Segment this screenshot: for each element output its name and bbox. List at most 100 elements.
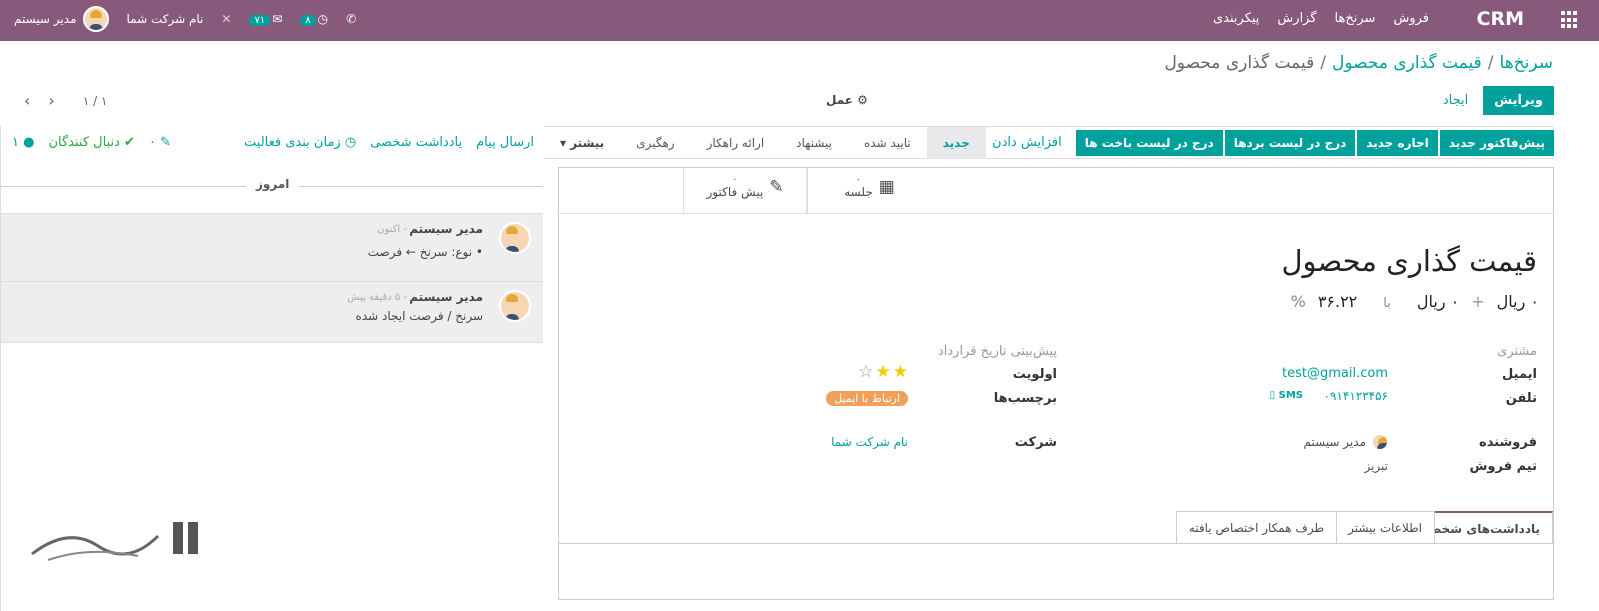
record-title: قیمت گذاری محصول [1281, 244, 1537, 278]
probability: ۳۶.۲۲ [1317, 292, 1358, 311]
followers-button[interactable]: ● ۱ [12, 135, 34, 150]
top-navbar: CRM فروش سرنخ‌ها گزارش پیکربندی ✆ ۸ ◷ ۷۱ ✉… [0, 0, 1599, 41]
menu-config[interactable]: پیکربندی [1213, 11, 1259, 26]
clock-icon: ◷ [317, 12, 329, 26]
send-message-button[interactable]: ارسال پیام [476, 135, 534, 150]
check-icon: ✔ [124, 135, 135, 150]
message-body: • نوع: سرنخ ← فرصت [367, 245, 483, 259]
stage-more[interactable]: بیشتر ▾ [544, 127, 620, 159]
date-separator-label: امروز [246, 177, 300, 191]
message-author[interactable]: مدیر سیستم [409, 290, 483, 304]
customer-label: مشتری [1497, 344, 1537, 359]
user-menu[interactable]: مدیر سیستم [14, 6, 109, 32]
user-avatar [82, 6, 109, 32]
stage-proposition[interactable]: پیشنهاد [780, 127, 848, 159]
breadcrumb-pricing[interactable]: قیمت گذاری محصول [1332, 53, 1482, 73]
menu-sales[interactable]: فروش [1393, 11, 1429, 26]
date-separator: امروز [1, 177, 543, 195]
star-icon[interactable]: ★ [893, 362, 908, 382]
message-avatar [499, 222, 531, 254]
email-label: ایمیل [1502, 367, 1537, 382]
email-value[interactable]: test@gmail.com [1282, 366, 1388, 381]
star-icon[interactable]: ☆ [858, 362, 873, 382]
meeting-smart-button[interactable]: ▦ ۰ جلسه [807, 168, 931, 214]
company-switcher[interactable]: نام شرکت شما [127, 12, 204, 26]
tag-email[interactable]: ارتباط با ایمیل [826, 391, 908, 406]
pager-value[interactable]: ۱ / ۱ [83, 94, 108, 108]
activity-badge: ۸ [300, 15, 316, 26]
gear-icon: ⚙ [857, 93, 868, 107]
action-label: عمل [826, 93, 853, 107]
stage-new[interactable]: جدید [926, 126, 986, 159]
smart-buttons: ✎ ۰ پیش فاکتور ▦ ۰ جلسه [557, 168, 1553, 214]
tools-icon[interactable]: ✕ [221, 12, 231, 26]
stage-qualified[interactable]: تایید شده [848, 127, 927, 159]
increase-button[interactable]: افزایش دادن [992, 135, 1062, 150]
log-note-button[interactable]: یادداشت شخصی [370, 135, 462, 150]
new-quote-button[interactable]: پیش‌فاکتور جدید [1439, 129, 1554, 156]
messages-button[interactable]: ۷۱ ✉ [249, 12, 282, 26]
message-author[interactable]: مدیر سیستم [409, 222, 483, 236]
status-bar: پیش‌فاکتور جدید اجاره جدید درج در لیست ب… [544, 126, 1554, 159]
salesperson-value[interactable]: مدیر سیستم [1304, 434, 1388, 450]
system-tray: ✆ ۸ ◷ ۷۱ ✉ ✕ نام شرکت شما مدیر سیستم [14, 6, 356, 32]
meeting-count: ۰ [855, 174, 862, 185]
star-icon[interactable]: ★ [876, 362, 891, 382]
new-rent-button[interactable]: اجاره جدید [1357, 129, 1438, 156]
phone-value[interactable]: ۰۹۱۴۱۲۳۴۵۶ [1324, 389, 1388, 403]
menu-report[interactable]: گزارش [1277, 11, 1316, 26]
followers-count: ۱ [12, 135, 19, 150]
stage-more-label: بیشتر [570, 135, 605, 150]
quote-label: پیش فاکتور [706, 185, 764, 199]
sms-label: SMS [1278, 390, 1303, 401]
app-brand[interactable]: CRM [1477, 8, 1524, 30]
team-value[interactable]: تبریز [1364, 459, 1388, 473]
create-button[interactable]: ایجاد [1432, 86, 1479, 115]
quote-smart-button[interactable]: ✎ ۰ پیش فاکتور [683, 168, 807, 214]
edit-button[interactable]: ویرایش [1483, 86, 1554, 115]
mark-won-button[interactable]: درج در لیست بردها [1224, 129, 1356, 156]
attach-count: ۰ [148, 135, 156, 150]
message-body: سرنخ / فرصت ایجاد شده [355, 309, 483, 323]
paperclip-icon: ✎ [160, 135, 171, 150]
stage-tracking[interactable]: رهگیری [620, 127, 690, 159]
plus-sign: + [1471, 292, 1485, 311]
pager: ‹ › ۱ / ۱ [24, 91, 107, 110]
attachments-button[interactable]: ✎ ۰ [149, 135, 171, 150]
activity-button[interactable]: ۸ ◷ [300, 12, 328, 26]
schedule-label: زمان بندی فعالیت [244, 135, 341, 150]
chevron-right-icon[interactable]: › [48, 91, 54, 110]
salesperson-label: فروشنده [1479, 435, 1537, 450]
action-menu[interactable]: ⚙ عمل [826, 93, 868, 107]
sms-button[interactable]: SMS ▯ [1270, 390, 1303, 401]
breadcrumb-sep: / [1487, 53, 1494, 73]
meeting-label: جلسه [844, 185, 873, 199]
follow-button[interactable]: ✔ دنبال کنندگان [48, 135, 134, 150]
tab-assigned-partner[interactable]: طرف همکار اختصاص یافته [1175, 511, 1337, 543]
calendar-icon: ▦ [878, 176, 895, 197]
breadcrumb-sep: / [1320, 53, 1326, 73]
main-menu: فروش سرنخ‌ها گزارش پیکربندی [1213, 11, 1429, 26]
probability-unit: % [1290, 292, 1306, 311]
tab-extra-info[interactable]: اطلاعات بیشتر [1335, 511, 1435, 543]
chat-icon: ✉ [272, 12, 283, 26]
schedule-activity-button[interactable]: ◷ زمان بندی فعالیت [244, 135, 356, 150]
stage-solution[interactable]: ارائه راهکار [691, 127, 781, 159]
watermark-logo [28, 516, 208, 568]
breadcrumb-leads[interactable]: سرنخ‌ها [1500, 53, 1553, 73]
chevron-left-icon[interactable]: ‹ [24, 91, 30, 110]
menu-leads[interactable]: سرنخ‌ها [1335, 11, 1376, 26]
tags-label: برچسب‌ها [993, 391, 1057, 406]
extra-revenue: ۰ ریال [1416, 292, 1460, 311]
close-date-label: پیش‌بینی تاریخ قرارداد [937, 344, 1057, 359]
phone-icon[interactable]: ✆ [346, 12, 356, 26]
company-value[interactable]: نام شرکت شما [831, 435, 908, 449]
team-label: تیم فروش [1469, 459, 1537, 474]
form-buttons: ویرایش ایجاد [1432, 86, 1554, 115]
mark-lost-button[interactable]: درج در لیست باخت ها [1075, 129, 1223, 156]
at-label: با [1383, 296, 1391, 311]
priority-stars[interactable]: ★ ★ ☆ [858, 362, 908, 382]
apps-menu-icon[interactable] [1559, 11, 1577, 29]
clock-icon: ◷ [344, 135, 357, 150]
edit-icon: ✎ [769, 176, 784, 197]
